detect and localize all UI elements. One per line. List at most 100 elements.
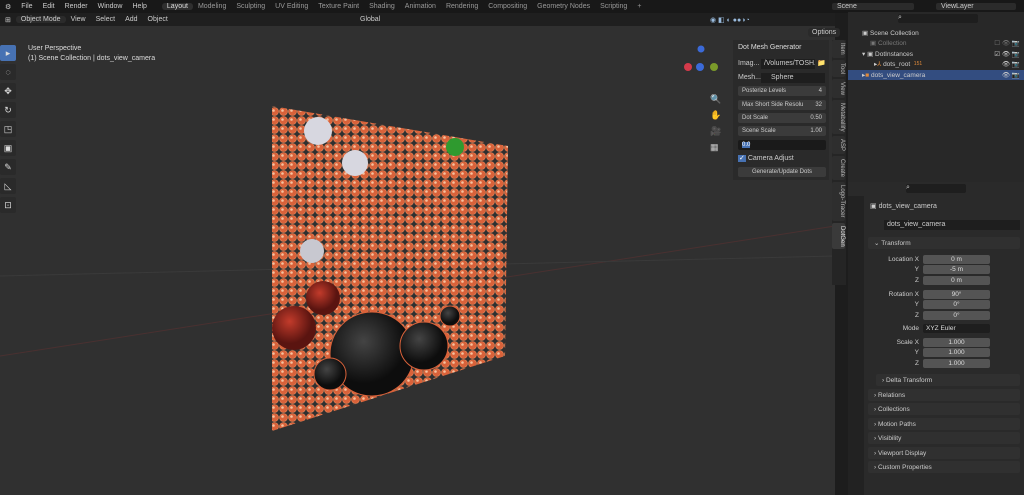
menu-view[interactable]: View [66, 16, 91, 23]
object-name: ▣ dots_view_camera [870, 203, 937, 210]
select-box-tool-icon[interactable]: ▸ [0, 45, 16, 61]
tab-logo-tracer[interactable]: Logo-Tracer [832, 182, 845, 221]
properties-search-input[interactable]: ⌕ [906, 184, 966, 193]
field-label: Max Short Side Resolu [742, 102, 804, 108]
rotation-x-row[interactable]: Rotation X 90° [868, 289, 1024, 299]
view-layer-selector[interactable]: ViewLayer [936, 3, 1016, 10]
mode-selector[interactable]: Object Mode [15, 16, 66, 23]
tab-dotgen[interactable]: DotGen [832, 222, 845, 250]
transform-tool-icon[interactable]: ▣ [0, 140, 16, 156]
tab-geometry-nodes[interactable]: Geometry Nodes [532, 3, 595, 10]
orientation-selector[interactable]: Global [355, 16, 385, 23]
item-label: dots_view_camera [871, 71, 926, 79]
move-tool-icon[interactable]: ✥ [0, 83, 16, 99]
tab-view[interactable]: View [832, 78, 845, 98]
delta-transform-header[interactable]: › Delta Transform [876, 374, 1020, 386]
transform-panel-header[interactable]: ⌄ Transform [868, 237, 1020, 249]
scale-y-row[interactable]: Y 1.000 [868, 347, 1024, 357]
rotation-mode-row[interactable]: Mode XYZ Euler [868, 323, 1024, 333]
item-label: dots_root [883, 60, 911, 68]
shading-buttons[interactable]: ◉ ◧ ◐ ●●◑◔ [705, 16, 755, 24]
rotate-tool-icon[interactable]: ↻ [0, 102, 16, 118]
editor-type-icon[interactable]: ⊞ [0, 16, 16, 24]
tab-asp[interactable]: ASP [832, 136, 845, 155]
visibility-icon[interactable]: 👁 📷 [1002, 60, 1024, 68]
cursor-tool-icon[interactable]: ◌ [0, 64, 16, 80]
add-cube-tool-icon[interactable]: ⊡ [0, 197, 16, 213]
menu-edit[interactable]: Edit [38, 3, 60, 10]
tab-uv-editing[interactable]: UV Editing [270, 3, 313, 10]
tab-tool[interactable]: Tool [832, 59, 845, 77]
relations-header[interactable]: › Relations [868, 389, 1020, 401]
visibility-icon[interactable]: ☐ 👁 📷 [994, 39, 1024, 47]
tab-rendering[interactable]: Rendering [441, 3, 483, 10]
posterize-levels-field[interactable]: Posterize Levels 4 [738, 86, 826, 96]
rotation-y-row[interactable]: Y 0° [868, 299, 1024, 309]
editing-field[interactable]: 0.0 [738, 140, 826, 150]
folder-icon[interactable]: 📁 [817, 59, 826, 67]
visibility-header[interactable]: › Visibility [868, 432, 1020, 444]
visibility-icon[interactable]: ☑ 👁 📷 [994, 50, 1024, 58]
location-x-row[interactable]: Location X0 m [868, 254, 1024, 264]
tab-texture-paint[interactable]: Texture Paint [313, 3, 364, 10]
tab-sculpting[interactable]: Sculpting [231, 3, 270, 10]
generate-button[interactable]: Generate/Update Dots [738, 167, 826, 177]
camera-adjust-checkbox[interactable]: ✓ Camera Adjust [738, 154, 794, 162]
panel-title[interactable]: Dot Mesh Generator [738, 44, 801, 51]
outliner-item-collection[interactable]: ▣ Collection ☐ 👁 📷 [848, 38, 1024, 48]
nav-buttons[interactable]: 🔍 ✋ 🎥 ▦ [710, 91, 721, 155]
outliner-search-input[interactable]: ⌕ [898, 14, 978, 23]
scene-scale-field[interactable]: Scene Scale 1.00 [738, 126, 826, 136]
blender-logo-icon[interactable]: ⚙ [0, 3, 16, 11]
custom-properties-header[interactable]: › Custom Properties [868, 461, 1020, 473]
gizmo-y [710, 63, 718, 71]
tab-layout[interactable]: Layout [161, 3, 193, 10]
add-workspace-button[interactable]: + [632, 3, 646, 10]
dot-scale-field[interactable]: Dot Scale 0.50 [738, 113, 826, 123]
children-count-badge: 151 [913, 61, 923, 67]
menu-add[interactable]: Add [120, 16, 142, 23]
scale-x-row[interactable]: Scale X 1.000 [868, 337, 1024, 347]
dot-sphere [446, 138, 464, 156]
outliner-item-dots-root[interactable]: ▸ ⅄ dots_root 151 👁 📷 [848, 59, 1024, 69]
tab-scripting[interactable]: Scripting [595, 3, 632, 10]
outliner-root[interactable]: ▣ Scene Collection [848, 28, 1024, 38]
gizmo-z-top [697, 45, 705, 53]
scale-tool-icon[interactable]: ◳ [0, 121, 16, 137]
tab-create[interactable]: Create [832, 156, 845, 181]
max-resolution-field[interactable]: Max Short Side Resolu 32 [738, 100, 826, 110]
annotate-tool-icon[interactable]: ✎ [0, 159, 16, 175]
menu-select[interactable]: Select [91, 16, 120, 23]
viewport-display-header[interactable]: › Viewport Display [868, 447, 1020, 459]
scene-selector[interactable]: Scene [832, 3, 914, 10]
menu-window[interactable]: Window [93, 3, 128, 10]
measure-tool-icon[interactable]: ◺ [0, 178, 16, 194]
image-path-field[interactable]: /Volumes/TOSH... [761, 59, 815, 69]
tab-metaballify[interactable]: Metaballify [832, 99, 845, 135]
tab-compositing[interactable]: Compositing [483, 3, 532, 10]
tab-shading[interactable]: Shading [364, 3, 400, 10]
mesh-field[interactable]: Sphere [761, 73, 825, 83]
viewport-header: ⊞ Object Mode View Select Add Object Glo… [0, 13, 835, 26]
scale-z-row[interactable]: Z 1.000 [868, 358, 1024, 368]
3d-viewport[interactable]: User Perspective (1) Scene Collection | … [0, 26, 841, 495]
visibility-icon[interactable]: 👁 📷 [1002, 71, 1024, 79]
tab-item[interactable]: Item [832, 40, 845, 58]
tab-modeling[interactable]: Modeling [193, 3, 231, 10]
tab-animation[interactable]: Animation [400, 3, 441, 10]
dot-sphere [439, 305, 461, 327]
object-name-field[interactable]: dots_view_camera [884, 220, 1020, 230]
outliner-item-dotinstances[interactable]: ▾ ▣ DotInstances ☑ 👁 📷 [848, 49, 1024, 59]
menu-file[interactable]: File [16, 3, 37, 10]
outliner-item-dots-view-camera[interactable]: ▸ ■ dots_view_camera 👁 📷 [848, 70, 1024, 80]
properties-tabs[interactable] [848, 196, 864, 495]
motion-paths-header[interactable]: › Motion Paths [868, 418, 1020, 430]
collections-header[interactable]: › Collections [868, 403, 1020, 415]
menu-object[interactable]: Object [143, 16, 173, 23]
menu-render[interactable]: Render [60, 3, 93, 10]
options-button[interactable]: Options [808, 28, 841, 37]
menu-help[interactable]: Help [128, 3, 152, 10]
rotation-z-row[interactable]: Z 0° [868, 310, 1024, 320]
location-z-row[interactable]: Z0 m [868, 275, 1024, 285]
location-y-row[interactable]: Y -5 m [868, 264, 1024, 274]
